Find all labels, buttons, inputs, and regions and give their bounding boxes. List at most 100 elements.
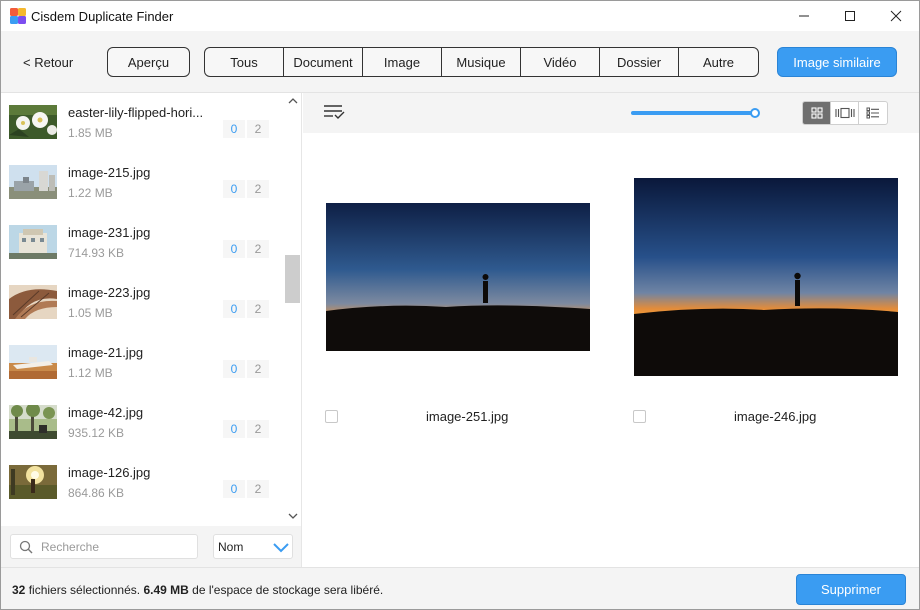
list-item[interactable]: easter-lily-flipped-hori... 1.85 MB 0 2 — [1, 93, 285, 153]
window-title: Cisdem Duplicate Finder — [31, 9, 174, 24]
slider-track[interactable] — [631, 111, 755, 115]
grid-view-button[interactable] — [803, 102, 831, 124]
zoom-slider[interactable] — [631, 108, 761, 120]
sort-selected-value: Nom — [218, 540, 244, 554]
carousel-view-button[interactable] — [831, 102, 859, 124]
total-count: 2 — [247, 360, 269, 378]
selected-count: 0 — [223, 180, 245, 198]
grid-view-icon — [810, 107, 823, 119]
file-name: easter-lily-flipped-hori... — [68, 105, 204, 120]
close-icon — [890, 10, 902, 22]
thumbnail — [9, 225, 57, 259]
file-size: 1.85 MB — [68, 126, 113, 140]
maximize-button[interactable] — [827, 1, 873, 31]
preview-area: image-251.jpg image-246.jpg — [303, 133, 919, 567]
thumbnail — [9, 285, 57, 319]
filter-tabs: Tous Document Image Musique Vidéo Dossie… — [204, 47, 759, 77]
list-item[interactable]: image-42.jpg 935.12 KB 0 2 — [1, 393, 285, 453]
search-box — [10, 534, 198, 559]
main-toolbar: < Retour Aperçu Tous Document Image Musi… — [1, 31, 919, 93]
list-item[interactable]: image-231.jpg 714.93 KB 0 2 — [1, 213, 285, 273]
thumbnail — [9, 465, 57, 499]
photo-checkbox[interactable] — [325, 410, 338, 423]
back-button[interactable]: < Retour — [23, 55, 73, 70]
list-item[interactable]: image-126.jpg 864.86 KB 0 2 — [1, 453, 285, 513]
scroll-thumb[interactable] — [285, 255, 300, 303]
list-footer: Nom — [1, 526, 301, 567]
tab-folder[interactable]: Dossier — [600, 48, 679, 76]
photo-name: image-246.jpg — [734, 409, 817, 424]
preview-toolbar — [303, 93, 919, 133]
selected-count-text: fichiers sélectionnés. — [28, 583, 141, 597]
thumbnail — [9, 165, 57, 199]
total-count: 2 — [247, 120, 269, 138]
select-all-icon[interactable] — [323, 103, 345, 121]
minimize-button[interactable] — [781, 1, 827, 31]
thumbnail — [9, 105, 57, 139]
selected-count: 0 — [223, 300, 245, 318]
list-view-button[interactable] — [859, 102, 887, 124]
selected-count: 0 — [223, 120, 245, 138]
tab-image[interactable]: Image — [363, 48, 442, 76]
app-window: Cisdem Duplicate Finder < Retour Aperçu … — [0, 0, 920, 610]
tab-document[interactable]: Document — [284, 48, 363, 76]
file-name: image-215.jpg — [68, 165, 151, 180]
selected-count: 0 — [223, 480, 245, 498]
search-icon — [19, 540, 33, 554]
total-count: 2 — [247, 480, 269, 498]
selected-count: 0 — [223, 360, 245, 378]
file-name: image-223.jpg — [68, 285, 151, 300]
file-name: image-42.jpg — [68, 405, 144, 420]
chevron-down-icon — [273, 543, 289, 553]
slider-knob[interactable] — [750, 108, 760, 118]
list-item[interactable]: image-21.jpg 1.12 MB 0 2 — [1, 333, 285, 393]
photo-preview[interactable] — [326, 203, 590, 351]
title-bar: Cisdem Duplicate Finder — [1, 1, 919, 31]
tab-music[interactable]: Musique — [442, 48, 521, 76]
list-item[interactable]: image-223.jpg 1.05 MB 0 2 — [1, 273, 285, 333]
total-count: 2 — [247, 300, 269, 318]
list-item[interactable]: image-215.jpg 1.22 MB 0 2 — [1, 153, 285, 213]
file-size: 1.05 MB — [68, 306, 113, 320]
file-size: 935.12 KB — [68, 426, 125, 440]
photo-checkbox[interactable] — [633, 410, 646, 423]
total-count: 2 — [247, 240, 269, 258]
app-logo-icon — [10, 8, 26, 24]
selected-file-count: 32 — [12, 583, 26, 597]
chevron-up-icon[interactable] — [288, 97, 298, 105]
tab-other[interactable]: Autre — [679, 48, 758, 76]
file-list[interactable]: easter-lily-flipped-hori... 1.85 MB 0 2 — [1, 93, 285, 526]
file-name: image-126.jpg — [68, 465, 151, 480]
tab-all[interactable]: Tous — [205, 48, 284, 76]
thumbnail — [9, 405, 57, 439]
preview-button[interactable]: Aperçu — [107, 47, 190, 77]
search-input[interactable] — [41, 538, 191, 556]
selected-count: 0 — [223, 420, 245, 438]
similar-image-button[interactable]: Image similaire — [777, 47, 897, 77]
minimize-icon — [799, 15, 809, 17]
list-scrollbar[interactable] — [285, 93, 301, 526]
status-bar: 32 fichiers sélectionnés. 6.49 MB de l'e… — [1, 567, 919, 609]
sort-select[interactable]: Nom — [213, 534, 293, 559]
list-view-icon — [866, 107, 879, 119]
file-size: 714.93 KB — [68, 246, 125, 260]
photo-name: image-251.jpg — [426, 409, 509, 424]
chevron-down-icon[interactable] — [288, 512, 298, 520]
selected-count: 0 — [223, 240, 245, 258]
freed-space-size: 6.49 MB — [143, 583, 189, 597]
carousel-view-icon — [834, 107, 855, 119]
total-count: 2 — [247, 420, 269, 438]
file-name: image-231.jpg — [68, 225, 151, 240]
file-list-panel: easter-lily-flipped-hori... 1.85 MB 0 2 — [1, 93, 302, 567]
close-button[interactable] — [873, 1, 919, 31]
maximize-icon — [845, 11, 855, 21]
total-count: 2 — [247, 180, 269, 198]
tab-video[interactable]: Vidéo — [521, 48, 600, 76]
view-mode-toggle — [802, 101, 888, 125]
file-size: 1.22 MB — [68, 186, 113, 200]
file-size: 1.12 MB — [68, 366, 113, 380]
file-size: 864.86 KB — [68, 486, 125, 500]
photo-preview[interactable] — [634, 178, 898, 376]
delete-button[interactable]: Supprimer — [796, 574, 906, 605]
freed-space-text: de l'espace de stockage sera libéré. — [192, 583, 384, 597]
